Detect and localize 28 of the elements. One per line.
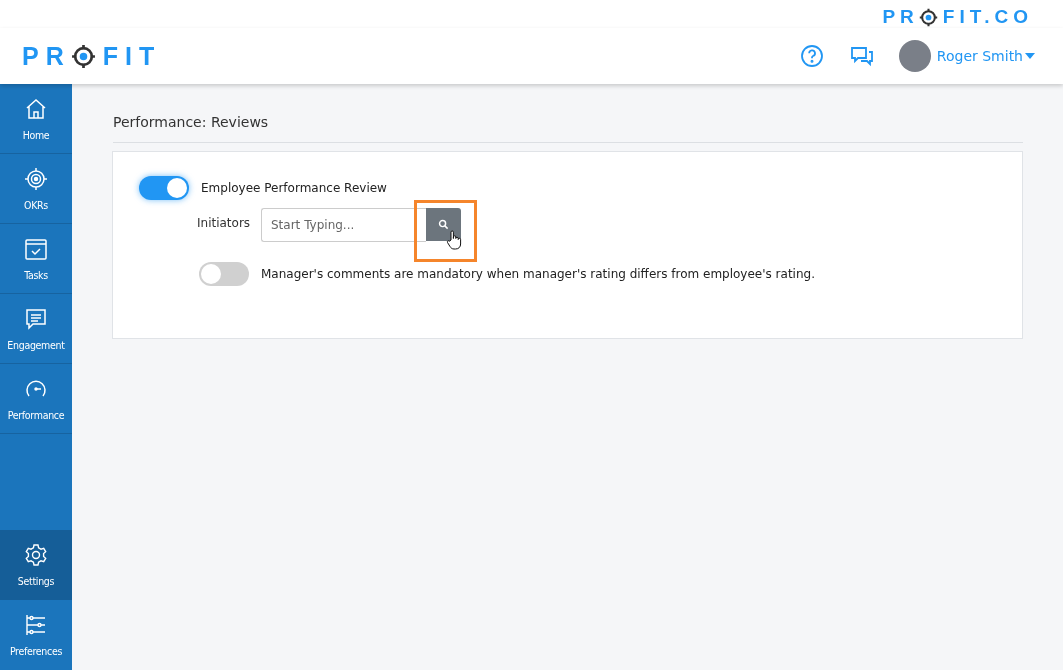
target-icon	[24, 166, 48, 191]
search-field[interactable]: Start Typing...	[261, 208, 426, 242]
target-icon	[918, 7, 938, 27]
toggle-label: Manager's comments are mandatory when manager's rating differs from employee's rating.	[261, 267, 815, 281]
hand-cursor-icon	[446, 230, 462, 250]
page-title: Performance: Reviews	[113, 114, 1023, 143]
user-menu[interactable]: Roger Smith	[936, 48, 1035, 64]
toggle-switch[interactable]	[199, 262, 249, 286]
sidebar-item[interactable]: Settings	[0, 530, 72, 600]
search-icon	[438, 219, 449, 230]
field-label: Initiators	[197, 216, 252, 230]
home-icon	[24, 96, 48, 121]
logo-text: FIT.CO	[942, 6, 1033, 28]
help-icon[interactable]	[799, 44, 824, 68]
caret-icon	[1025, 53, 1035, 59]
avatar[interactable]	[898, 40, 931, 72]
logo-text: PR	[882, 6, 919, 28]
chat-icon[interactable]	[849, 44, 874, 68]
search-button[interactable]	[426, 208, 461, 241]
sliders-icon	[24, 613, 48, 637]
toggle-switch[interactable]	[139, 176, 189, 200]
logo-text: PR	[22, 41, 71, 71]
calendar-check-icon	[24, 236, 48, 261]
toggle-label: Employee Performance Review	[201, 181, 387, 195]
target-icon	[70, 43, 96, 69]
chat-icon	[24, 306, 48, 331]
settings-icon	[24, 543, 48, 567]
logo-text: FIT	[102, 41, 162, 71]
